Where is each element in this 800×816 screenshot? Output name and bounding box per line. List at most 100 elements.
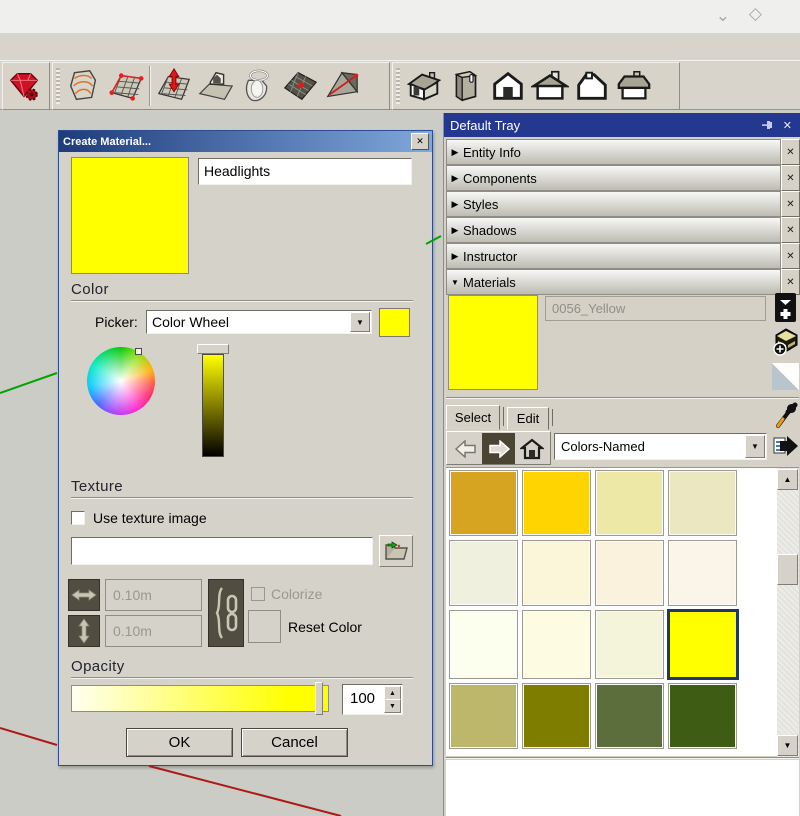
close-icon[interactable]: ✕ xyxy=(781,139,800,165)
material-name-input[interactable]: Headlights xyxy=(198,158,412,185)
collection-dropdown[interactable]: Colors-Named ▼ xyxy=(554,433,767,460)
value-slider-handle[interactable] xyxy=(197,344,229,354)
opacity-spinner[interactable]: 100 ▲ ▼ xyxy=(342,684,403,715)
color-swatch[interactable] xyxy=(449,683,518,749)
ok-button[interactable]: OK xyxy=(126,728,233,757)
chevron-down-icon[interactable]: ▼ xyxy=(745,435,765,458)
toolbar-grip[interactable] xyxy=(56,68,60,104)
color-wheel-marker[interactable] xyxy=(135,348,142,355)
picker-dropdown-value: Color Wheel xyxy=(152,314,229,330)
close-icon[interactable]: ✕ xyxy=(781,191,800,217)
diamond-icon[interactable]: ◇ xyxy=(749,4,762,24)
material-name-field[interactable]: 0056_Yellow xyxy=(545,296,766,321)
house-front-icon[interactable] xyxy=(487,65,529,107)
opacity-slider-track[interactable] xyxy=(71,685,329,712)
expand-arrow-icon: ▶ xyxy=(447,199,463,210)
color-swatch[interactable] xyxy=(668,683,737,749)
color-swatch[interactable] xyxy=(668,470,737,536)
tab-select[interactable]: Select xyxy=(446,405,500,430)
stamp-icon[interactable] xyxy=(195,65,237,107)
tab-edit[interactable]: Edit xyxy=(507,407,549,430)
toolbar-grip[interactable] xyxy=(396,68,400,104)
section-label: Styles xyxy=(463,197,498,212)
spinner-up-icon[interactable]: ▲ xyxy=(384,686,401,700)
house-3d-icon[interactable] xyxy=(403,65,445,107)
color-swatch[interactable] xyxy=(449,610,518,679)
lock-aspect-icon[interactable] xyxy=(208,579,244,647)
dialog-titlebar[interactable]: Create Material... ✕ xyxy=(59,131,432,152)
color-swatch[interactable] xyxy=(522,683,591,749)
flip-edge-icon[interactable] xyxy=(321,65,363,107)
color-swatch-selected[interactable] xyxy=(667,609,739,680)
scroll-up-icon[interactable]: ▲ xyxy=(777,469,798,490)
terrain-from-scratch-icon[interactable] xyxy=(105,65,147,107)
scroll-down-icon[interactable]: ▼ xyxy=(777,735,798,756)
spinner-down-icon[interactable]: ▼ xyxy=(384,699,401,713)
value-slider-track[interactable] xyxy=(202,354,224,457)
smoove-icon[interactable] xyxy=(153,65,195,107)
section-label: Materials xyxy=(463,275,516,290)
color-wheel[interactable] xyxy=(87,347,155,415)
color-swatch[interactable] xyxy=(595,540,664,606)
folder-icon xyxy=(383,539,409,563)
secondary-pane-icon[interactable] xyxy=(775,293,796,322)
terrain-from-contours-icon[interactable] xyxy=(63,65,105,107)
color-swatch[interactable] xyxy=(522,540,591,606)
house-flat-icon[interactable] xyxy=(613,65,655,107)
add-detail-icon[interactable] xyxy=(279,65,321,107)
scrollbar[interactable]: ▲ ▼ xyxy=(777,468,799,757)
forward-arrow-icon[interactable] xyxy=(482,433,515,464)
picker-dropdown[interactable]: Color Wheel ▼ xyxy=(146,310,372,334)
reset-color-label: Reset Color xyxy=(288,619,362,635)
sample-paint-icon[interactable] xyxy=(774,401,798,430)
tray-section-components[interactable]: ▶ Components xyxy=(446,165,781,191)
tray-section-shadows[interactable]: ▶ Shadows xyxy=(446,217,781,243)
close-icon[interactable]: ✕ xyxy=(781,165,800,191)
component-box-icon[interactable] xyxy=(445,65,487,107)
tray-section-instructor[interactable]: ▶ Instructor xyxy=(446,243,781,269)
house-chimney-icon[interactable] xyxy=(529,65,571,107)
expand-arrow-icon: ▶ xyxy=(447,173,463,184)
home-icon[interactable] xyxy=(516,433,548,464)
close-icon[interactable]: ✕ xyxy=(781,269,800,295)
color-swatch[interactable] xyxy=(449,540,518,606)
in-model-icon[interactable] xyxy=(772,432,799,461)
opacity-slider-handle[interactable] xyxy=(315,682,323,715)
section-label: Instructor xyxy=(463,249,517,264)
back-arrow-icon[interactable] xyxy=(450,433,481,464)
default-material-swatch[interactable] xyxy=(772,363,799,390)
pin-icon[interactable] xyxy=(762,120,773,131)
color-swatch[interactable] xyxy=(449,470,518,536)
chevron-down-icon[interactable]: ⌄ xyxy=(716,6,730,26)
divider xyxy=(71,300,413,302)
color-swatch[interactable] xyxy=(668,540,737,606)
tray-section-entity-info[interactable]: ▶ Entity Info xyxy=(446,139,781,165)
scrollbar-thumb[interactable] xyxy=(777,554,798,585)
colorize-checkbox xyxy=(251,587,265,601)
cancel-button[interactable]: Cancel xyxy=(241,728,348,757)
color-swatch[interactable] xyxy=(595,470,664,536)
close-icon[interactable]: ✕ xyxy=(411,133,429,150)
create-material-icon[interactable] xyxy=(772,327,799,357)
close-icon[interactable]: ✕ xyxy=(781,217,800,243)
close-icon[interactable]: ✕ xyxy=(781,243,800,269)
reset-color-swatch[interactable] xyxy=(248,610,281,643)
use-texture-checkbox[interactable] xyxy=(71,511,85,525)
browse-texture-button[interactable] xyxy=(379,535,413,567)
tray-section-materials[interactable]: ▼ Materials xyxy=(446,269,781,295)
color-swatch[interactable] xyxy=(522,610,591,679)
texture-path-input[interactable] xyxy=(71,537,373,565)
divider xyxy=(446,757,799,759)
color-swatch[interactable] xyxy=(522,470,591,536)
house-outline-icon[interactable] xyxy=(571,65,613,107)
chevron-down-icon[interactable]: ▼ xyxy=(350,312,370,332)
swatch-list: ▲ ▼ xyxy=(446,467,799,756)
color-swatch[interactable] xyxy=(595,683,664,749)
tray-section-styles[interactable]: ▶ Styles xyxy=(446,191,781,217)
drape-icon[interactable] xyxy=(237,65,279,107)
close-icon[interactable]: ✕ xyxy=(783,119,792,132)
ruby-extension-icon[interactable] xyxy=(3,65,45,107)
color-swatch[interactable] xyxy=(595,610,664,679)
color-section-heading: Color xyxy=(71,281,109,298)
window-titlebar: ⌄ ◇ xyxy=(0,0,800,33)
